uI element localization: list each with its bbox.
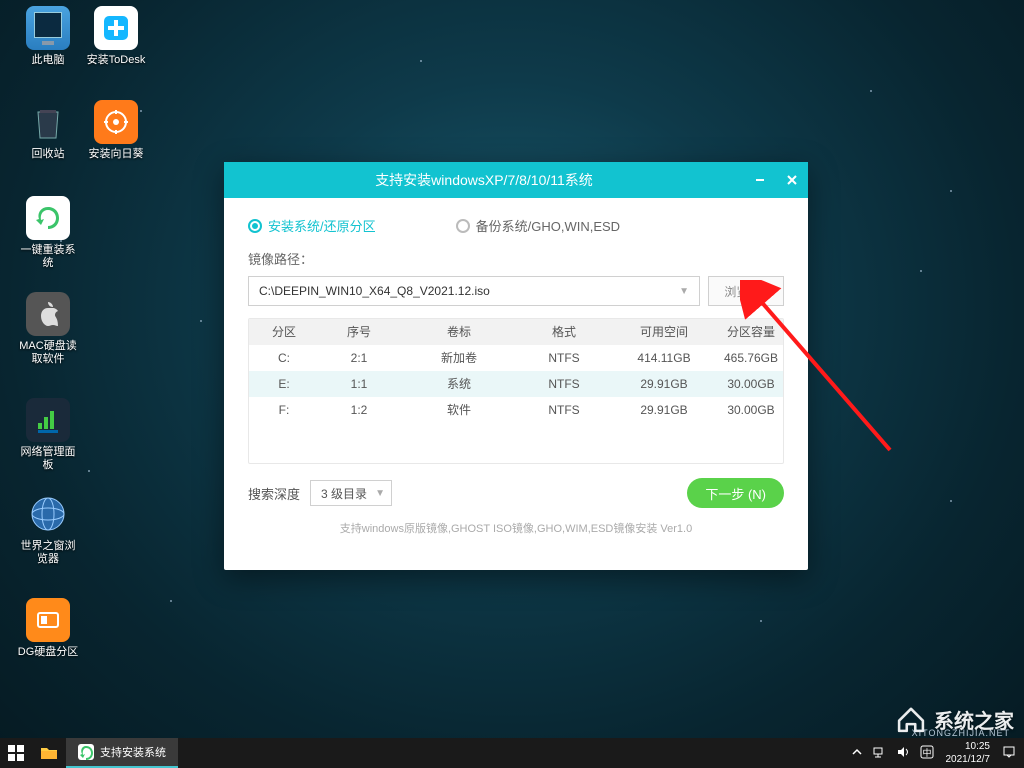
depth-label: 搜索深度 bbox=[248, 484, 300, 503]
radio-install[interactable]: 安装系统/还原分区 bbox=[248, 216, 376, 235]
taskbar: 支持安装系统 中 10:25 2021/12/7 bbox=[0, 738, 1024, 768]
icon-label: 世界之窗浏览器 bbox=[16, 540, 80, 566]
col-vol: 卷标 bbox=[399, 319, 519, 345]
task-installer[interactable]: 支持安装系统 bbox=[66, 738, 178, 768]
tray-ime[interactable]: 中 bbox=[916, 745, 938, 762]
svg-text:中: 中 bbox=[922, 747, 931, 758]
icon-this-pc[interactable]: 此电脑 bbox=[16, 6, 80, 67]
close-button[interactable] bbox=[776, 162, 808, 198]
monitor-icon bbox=[26, 6, 70, 50]
globe-icon bbox=[26, 492, 70, 536]
icon-netpanel[interactable]: 网络管理面板 bbox=[16, 398, 80, 472]
icon-label: 安装向日葵 bbox=[84, 148, 148, 161]
partition-table: 分区 序号 卷标 格式 可用空间 分区容量 C: 2:1 新加卷 NTFS 41… bbox=[248, 318, 784, 464]
explorer-button[interactable] bbox=[32, 738, 66, 768]
start-button[interactable] bbox=[0, 738, 32, 768]
notification-icon bbox=[1002, 745, 1016, 759]
path-value: C:\DEEPIN_WIN10_X64_Q8_V2021.12.iso bbox=[259, 284, 490, 298]
titlebar[interactable]: 支持安装windowsXP/7/8/10/11系统 bbox=[224, 162, 808, 198]
tray-chevron[interactable] bbox=[848, 747, 866, 760]
window-body: 安装系统/还原分区 备份系统/GHO,WIN,ESD 镜像路径： C:\DEEP… bbox=[224, 198, 808, 570]
footer-note: 支持windows原版镜像,GHOST ISO镜像,GHO,WIM,ESD镜像安… bbox=[248, 520, 784, 536]
radio-bullet-icon bbox=[456, 219, 470, 233]
icon-label: 网络管理面板 bbox=[16, 446, 80, 472]
icon-todesk[interactable]: 安装ToDesk bbox=[84, 6, 148, 67]
ime-icon: 中 bbox=[920, 745, 934, 759]
table-row[interactable]: E: 1:1 系统 NTFS 29.91GB 30.00GB bbox=[249, 371, 783, 397]
recycle-icon bbox=[26, 100, 70, 144]
tray-notifications[interactable] bbox=[998, 745, 1020, 762]
icon-sunflower[interactable]: 安装向日葵 bbox=[84, 100, 148, 161]
window-title: 支持安装windowsXP/7/8/10/11系统 bbox=[224, 170, 744, 190]
icon-mac-disk[interactable]: MAC硬盘读取软件 bbox=[16, 292, 80, 366]
col-fmt: 格式 bbox=[519, 319, 609, 345]
sunflower-icon bbox=[94, 100, 138, 144]
chevron-down-icon: ▼ bbox=[375, 488, 385, 499]
icon-dg-partition[interactable]: DG硬盘分区 bbox=[16, 598, 80, 659]
netpanel-icon bbox=[26, 398, 70, 442]
todesk-icon bbox=[94, 6, 138, 50]
next-button[interactable]: 下一步 (N) bbox=[687, 478, 784, 508]
taskbar-clock[interactable]: 10:25 2021/12/7 bbox=[940, 740, 997, 766]
mac-disk-icon bbox=[26, 292, 70, 336]
image-path-combo[interactable]: C:\DEEPIN_WIN10_X64_Q8_V2021.12.iso ▼ bbox=[248, 276, 700, 306]
icon-label: 一键重装系统 bbox=[16, 244, 80, 270]
system-tray: 中 10:25 2021/12/7 bbox=[848, 738, 1024, 768]
icon-world-browser[interactable]: 世界之窗浏览器 bbox=[16, 492, 80, 566]
table-row[interactable]: F: 1:2 软件 NTFS 29.91GB 30.00GB bbox=[249, 397, 783, 423]
watermark-sub: XITONGZHIJIA.NET bbox=[912, 728, 1010, 738]
col-free: 可用空间 bbox=[609, 319, 719, 345]
icon-reinstall[interactable]: 一键重装系统 bbox=[16, 196, 80, 270]
clock-time: 10:25 bbox=[946, 740, 991, 753]
folder-icon bbox=[40, 745, 58, 761]
col-num: 序号 bbox=[319, 319, 399, 345]
icon-recycle-bin[interactable]: 回收站 bbox=[16, 100, 80, 161]
tray-network[interactable] bbox=[868, 746, 890, 761]
radio-label: 安装系统/还原分区 bbox=[268, 216, 376, 235]
radio-label: 备份系统/GHO,WIN,ESD bbox=[476, 216, 620, 235]
tray-volume[interactable] bbox=[892, 746, 914, 761]
icon-label: DG硬盘分区 bbox=[16, 646, 80, 659]
installer-window: 支持安装windowsXP/7/8/10/11系统 安装系统/还原分区 备份系统… bbox=[224, 162, 808, 570]
table-header: 分区 序号 卷标 格式 可用空间 分区容量 bbox=[249, 319, 783, 345]
task-label: 支持安装系统 bbox=[100, 744, 166, 760]
icon-label: 回收站 bbox=[16, 148, 80, 161]
chevron-up-icon bbox=[852, 747, 862, 757]
icon-label: 此电脑 bbox=[16, 54, 80, 67]
radio-backup[interactable]: 备份系统/GHO,WIN,ESD bbox=[456, 216, 620, 235]
reinstall-icon bbox=[78, 744, 94, 760]
reinstall-icon bbox=[26, 196, 70, 240]
table-row[interactable]: C: 2:1 新加卷 NTFS 414.11GB 465.76GB bbox=[249, 345, 783, 371]
chevron-down-icon: ▼ bbox=[679, 286, 689, 297]
browse-button[interactable]: 浏览 (B) bbox=[708, 276, 784, 306]
col-cap: 分区容量 bbox=[719, 319, 783, 345]
depth-select[interactable]: 3 级目录 ▼ bbox=[310, 480, 392, 506]
icon-label: MAC硬盘读取软件 bbox=[16, 340, 80, 366]
icon-label: 安装ToDesk bbox=[84, 54, 148, 67]
speaker-icon bbox=[896, 746, 910, 758]
network-icon bbox=[872, 746, 886, 758]
path-label: 镜像路径： bbox=[248, 249, 784, 268]
col-part: 分区 bbox=[249, 319, 319, 345]
clock-date: 2021/12/7 bbox=[946, 753, 991, 766]
radio-bullet-icon bbox=[248, 219, 262, 233]
depth-value: 3 级目录 bbox=[321, 485, 367, 502]
dg-icon bbox=[26, 598, 70, 642]
minimize-button[interactable] bbox=[744, 162, 776, 198]
windows-icon bbox=[8, 745, 24, 761]
